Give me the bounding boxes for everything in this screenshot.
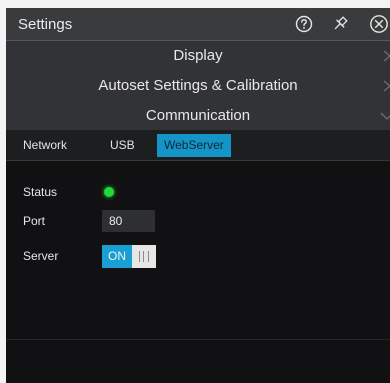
pin-icon[interactable] xyxy=(329,13,351,35)
settings-window: Settings Display Autoset Settings & Cali… xyxy=(6,8,390,383)
section-autoset-label: Autoset Settings & Calibration xyxy=(98,77,298,94)
communication-panel: Network USB WebServer Status Port Server… xyxy=(6,130,390,383)
chevron-down-icon xyxy=(380,112,390,120)
port-label: Port xyxy=(23,214,46,228)
chevron-right-icon xyxy=(383,50,390,62)
toggle-grip-icon xyxy=(139,251,149,262)
port-input[interactable] xyxy=(102,210,155,232)
title-bar: Settings xyxy=(6,8,390,41)
server-toggle-state: ON xyxy=(102,245,132,268)
chevron-right-icon xyxy=(383,80,390,92)
section-autoset-calibration[interactable]: Autoset Settings & Calibration xyxy=(6,71,390,102)
section-communication[interactable]: Communication xyxy=(6,101,390,132)
help-circle-icon[interactable] xyxy=(293,13,315,35)
section-display[interactable]: Display xyxy=(6,41,390,72)
network-label: Network xyxy=(23,138,68,152)
section-display-label: Display xyxy=(173,47,223,64)
window-title: Settings xyxy=(18,16,73,33)
server-toggle[interactable]: ON xyxy=(102,245,156,268)
tab-usb[interactable]: USB xyxy=(110,138,135,152)
status-label: Status xyxy=(23,185,58,199)
server-label: Server xyxy=(23,249,59,263)
section-communication-label: Communication xyxy=(145,107,251,124)
tab-webserver[interactable]: WebServer xyxy=(157,134,231,157)
network-tab-bar: Network USB WebServer xyxy=(6,130,390,161)
divider xyxy=(6,339,390,340)
status-indicator xyxy=(104,187,114,197)
close-circle-icon[interactable] xyxy=(368,13,390,35)
